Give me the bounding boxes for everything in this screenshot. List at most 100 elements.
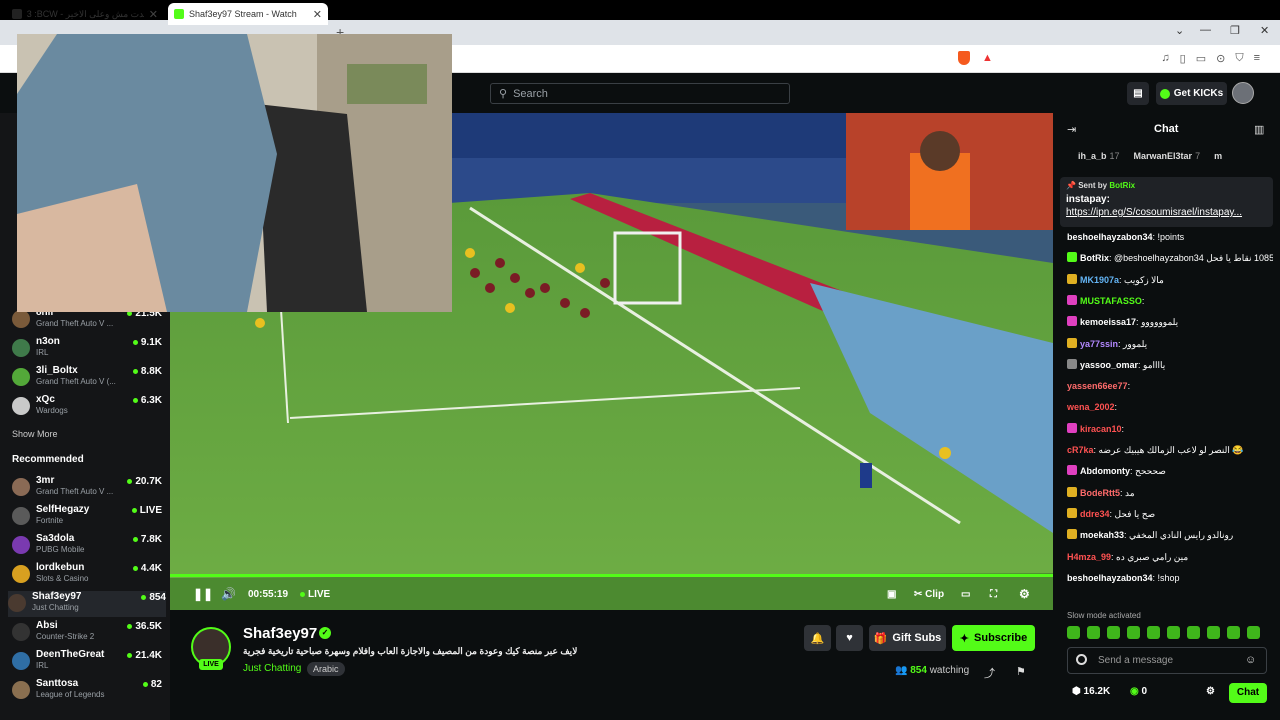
gifter-name: m — [1214, 151, 1223, 161]
chat-username[interactable]: beshoelhayzabon34 — [1067, 573, 1153, 583]
close-window-icon[interactable]: ✕ — [1260, 24, 1269, 37]
gift-subs-button[interactable]: 🎁 Gift Subs — [869, 625, 946, 651]
minimize-icon[interactable]: — — [1200, 24, 1211, 36]
channel-avatar-icon — [12, 565, 30, 583]
report-icon[interactable]: ⚑ — [1016, 665, 1026, 678]
sidebar-channel[interactable]: 3li_Boltx Grand Theft Auto V (... 8.8K — [12, 365, 162, 391]
language-tag[interactable]: Arabic — [307, 662, 345, 676]
emote-icon[interactable] — [1207, 626, 1220, 639]
chat-message: Abdomonty: صحححح — [1067, 465, 1273, 477]
playback-progress-bar[interactable] — [170, 574, 1053, 577]
chat-username[interactable]: yassoo_omar — [1080, 360, 1138, 370]
fullscreen-icon[interactable]: ⛶ — [990, 589, 997, 600]
chat-username[interactable]: wena_2002 — [1067, 402, 1115, 412]
sidebar-channel[interactable]: n3on IRL 9.1K — [12, 336, 162, 362]
chat-username[interactable]: yassen66ee77 — [1067, 381, 1128, 391]
music-icon[interactable]: ♫ — [1161, 52, 1169, 65]
theater-mode-icon[interactable]: ▣ — [887, 589, 896, 600]
gifter-3[interactable]: m — [1214, 151, 1222, 161]
stream-category[interactable]: Just Chatting — [243, 663, 301, 674]
close-tab-icon[interactable]: ✕ — [149, 8, 158, 21]
chat-send-button[interactable]: Chat — [1229, 683, 1267, 703]
gifter-1[interactable]: ih_a_b 17 — [1078, 151, 1120, 161]
pinned-link[interactable]: https://ipn.eg/S/cosoumisrael/instapay..… — [1066, 207, 1251, 218]
browser-tab-1[interactable]: 3 :BCW - اتكلم قاعدت مش وعلى الاخير ✕ — [6, 3, 164, 25]
show-more-link[interactable]: Show More — [12, 429, 58, 439]
emote-icon[interactable] — [1147, 626, 1160, 639]
chat-username[interactable]: kemoeissa17 — [1080, 317, 1136, 327]
chat-username[interactable]: BodeRtt5 — [1080, 488, 1120, 498]
sidebar-channel[interactable]: Shaf3ey97 Just Chatting 854 — [8, 591, 166, 617]
get-kicks-button[interactable]: Get KICKs — [1156, 82, 1227, 105]
sidebar-channel[interactable]: lordkebun Slots & Casino 4.4K — [12, 562, 162, 588]
sidebar-channel-name: 3mr — [36, 475, 55, 486]
chat-username[interactable]: Abdomonty — [1080, 466, 1130, 476]
channel-points[interactable]: ⬢ 16.2K — [1072, 686, 1110, 697]
pause-icon[interactable]: ❚❚ — [193, 587, 213, 601]
share-icon[interactable]: ⤴ — [984, 665, 995, 681]
channel-name[interactable]: Shaf3ey97 — [243, 625, 317, 642]
wallet-icon[interactable]: ▭ — [1196, 52, 1206, 65]
chat-username[interactable]: ya77ssin — [1080, 339, 1118, 349]
library-icon[interactable]: ▤ — [1127, 82, 1149, 105]
sidebar-channel[interactable]: Santtosa League of Legends 82 — [12, 678, 162, 704]
shield-icon[interactable]: ⛉ — [1235, 52, 1243, 65]
chat-username[interactable]: cR7ka — [1067, 445, 1094, 455]
chat-username[interactable]: H4mza_99 — [1067, 552, 1111, 562]
restore-icon[interactable]: ❐ — [1230, 24, 1240, 37]
volume-icon[interactable]: 🔊 — [221, 587, 236, 601]
notification-bell-button[interactable]: 🔔 — [804, 625, 831, 651]
chat-username[interactable]: moekah33 — [1080, 530, 1124, 540]
emote-icon[interactable] — [1067, 626, 1080, 639]
settings-gear-icon[interactable]: ⚙ — [1019, 587, 1030, 601]
browser-tab-2[interactable]: Shaf3ey97 Stream - Watch Li... ✕ — [168, 3, 328, 25]
emote-icon[interactable] — [1227, 626, 1240, 639]
sidebar-channel[interactable]: xQc Wardogs 6.3K — [12, 394, 162, 420]
user-avatar[interactable] — [1232, 82, 1254, 104]
emote-icon[interactable] — [1167, 626, 1180, 639]
chat-settings-icon[interactable]: ⚙ — [1206, 686, 1215, 697]
sidebar-toggle-icon[interactable]: ▯ — [1180, 52, 1186, 65]
chat-message-input[interactable]: Send a message — [1067, 647, 1267, 674]
close-tab-icon[interactable]: ✕ — [313, 8, 322, 21]
sidebar-channel-game: Grand Theft Auto V ... — [36, 487, 114, 496]
gifter-2[interactable]: MarwanEl3tar 7 — [1134, 151, 1201, 161]
chat-username[interactable]: MK1907a — [1080, 275, 1119, 285]
sidebar-channel[interactable]: Absi Counter-Strike 2 36.5K — [12, 620, 162, 646]
sidebar-channel[interactable]: SelfHegazy Fortnite LIVE — [12, 504, 162, 530]
miniplayer-icon[interactable]: ▭ — [961, 589, 970, 600]
stream-title: لايف عبر منصة كيك وعودة من المصيف والاجا… — [243, 646, 578, 656]
chat-username[interactable]: beshoelhayzabon34 — [1067, 232, 1153, 242]
emoji-icon[interactable]: ☺ — [1245, 654, 1256, 666]
follow-button[interactable]: ♥ — [836, 625, 863, 651]
chat-username[interactable]: MUSTAFASSO — [1080, 296, 1142, 306]
user-badge-icon[interactable] — [1076, 654, 1087, 665]
watching-label: watching — [929, 665, 970, 676]
chat-username[interactable]: BotRix — [1080, 253, 1109, 263]
emote-icon[interactable] — [1087, 626, 1100, 639]
vpn-icon[interactable]: ⊙ — [1216, 52, 1225, 65]
brave-shield-icon[interactable] — [958, 51, 970, 65]
clip-button[interactable]: ✂ Clip — [914, 589, 944, 600]
tab-list-icon[interactable]: ⌄ — [1175, 24, 1184, 37]
points-icon: ⬢ — [1072, 686, 1081, 697]
subscribe-button[interactable]: ✦ Subscribe — [952, 625, 1035, 651]
collapse-chat-icon[interactable]: ⇥ — [1067, 123, 1076, 136]
brave-rewards-icon[interactable]: ▲ — [982, 52, 993, 64]
sidebar-channel[interactable]: Sa3dola PUBG Mobile 7.8K — [12, 533, 162, 559]
emote-icon[interactable] — [1187, 626, 1200, 639]
chat-message: yassen66ee77: — [1067, 380, 1273, 392]
search-input[interactable]: ⚲ Search — [490, 83, 790, 104]
channel-avatar-icon — [12, 339, 30, 357]
chat-username[interactable]: kiracan10 — [1080, 424, 1122, 434]
menu-icon[interactable]: ≡ — [1254, 52, 1260, 65]
sidebar-channel[interactable]: 3mr Grand Theft Auto V ... 20.7K — [12, 475, 162, 501]
leaderboard-icon[interactable]: ▥ — [1254, 123, 1264, 136]
chat-colon: : — [1114, 402, 1118, 413]
emote-icon[interactable] — [1247, 626, 1260, 639]
emote-icon[interactable] — [1127, 626, 1140, 639]
chat-username[interactable]: ddre34 — [1080, 509, 1110, 519]
kicks-balance[interactable]: ◉ 0 — [1130, 686, 1147, 697]
sidebar-channel[interactable]: DeenTheGreat IRL 21.4K — [12, 649, 162, 675]
emote-icon[interactable] — [1107, 626, 1120, 639]
